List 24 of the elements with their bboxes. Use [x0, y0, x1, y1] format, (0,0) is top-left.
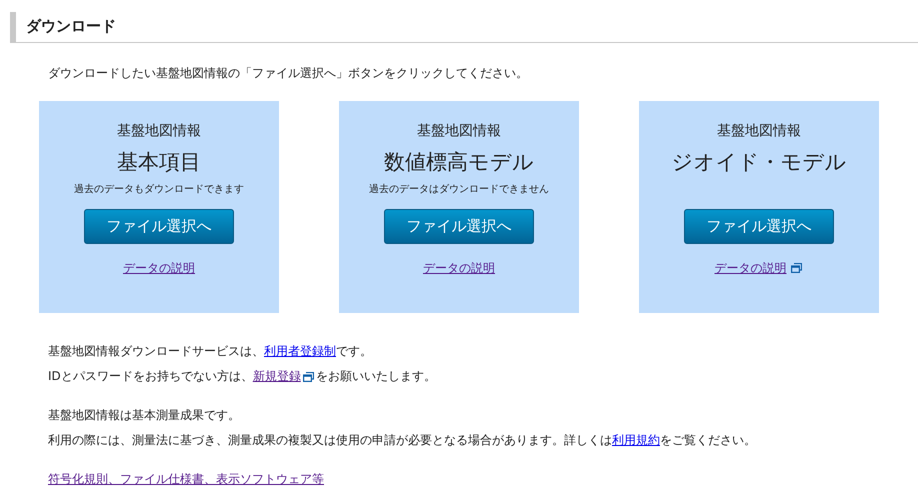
body-text: 基盤地図情報ダウンロードサービスは、利用者登録制です。 [48, 339, 918, 364]
file-select-button[interactable]: ファイル選択へ [684, 209, 834, 244]
card-label: 基盤地図情報 [117, 122, 201, 141]
link[interactable]: 符号化規則、ファイル仕様書、表示ソフトウェア等 [48, 467, 324, 492]
link[interactable]: データの説明 [714, 260, 786, 276]
card-label: 基盤地図情報 [417, 122, 501, 141]
section-heading: ダウンロード [10, 12, 918, 43]
intro-text: ダウンロードしたい基盤地図情報の「ファイル選択へ」ボタンをクリックしてください。 [48, 65, 529, 81]
file-select-button[interactable]: ファイル選択へ [384, 209, 534, 244]
card-label: 基盤地図情報 [717, 122, 801, 141]
card-title: 基本項目 [117, 149, 201, 176]
link[interactable]: 利用規約 [612, 428, 660, 453]
link[interactable]: 新規登録 [252, 364, 301, 389]
body-text: IDとパスワードをお持ちでない方は、新規登録 をお願いいたします。 [48, 364, 918, 389]
link[interactable]: 利用者登録制 [264, 339, 336, 364]
card-note: 過去のデータはダウンロードできません [369, 183, 549, 197]
body-text: 利用の際には、測量法に基づき、測量成果の複製又は使用の申請が必要となる場合があります。詳しくは利用規約をご覧ください。 [48, 428, 918, 453]
card-title: ジオイド・モデル [672, 149, 846, 176]
body-text: 基盤地図情報は基本測量成果です。 [48, 407, 241, 424]
link[interactable]: データの説明 [423, 260, 495, 276]
link[interactable]: データの説明 [123, 260, 195, 276]
file-select-button[interactable]: ファイル選択へ [84, 209, 234, 244]
card-title: 数値標高モデル [384, 149, 534, 176]
card-note: 過去のデータもダウンロードできます [74, 183, 244, 197]
